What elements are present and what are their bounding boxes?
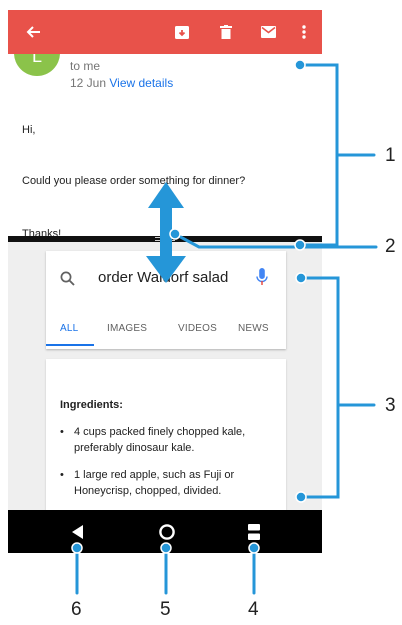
back-button[interactable] xyxy=(18,10,48,54)
date-line: 12 Jun View details xyxy=(70,76,173,90)
search-pane: order Waldorf salad ALL IMAGES VIDEOS NE… xyxy=(8,242,322,510)
nav-home-button[interactable] xyxy=(145,510,189,553)
envelope-icon xyxy=(260,26,276,38)
more-vertical-icon xyxy=(302,25,306,39)
callout-number-2: 2 xyxy=(385,236,396,257)
list-item-text: 1 large red apple, such as Fuji or Honey… xyxy=(74,469,235,497)
active-tab-indicator xyxy=(46,344,94,346)
nav-back-button[interactable] xyxy=(56,510,100,553)
nav-recents-button[interactable] xyxy=(232,510,276,553)
archive-icon xyxy=(175,26,189,39)
phone-screen: L to me 12 Jun View details Hi, Could yo… xyxy=(8,10,322,553)
trash-icon xyxy=(220,25,232,39)
search-card: order Waldorf salad ALL IMAGES VIDEOS NE… xyxy=(46,251,286,349)
email-signoff: Thanks! xyxy=(22,228,62,236)
more-options-button[interactable] xyxy=(292,10,316,54)
recents-split-icon xyxy=(248,523,260,540)
list-item-text: 4 cups packed finely chopped kale, prefe… xyxy=(74,426,246,454)
callout-number-3: 3 xyxy=(385,395,396,416)
view-details-link[interactable]: View details xyxy=(109,76,173,90)
back-triangle-icon xyxy=(72,524,83,539)
email-body: Could you please order something for din… xyxy=(22,175,246,187)
tab-videos[interactable]: VIDEOS xyxy=(178,323,217,334)
result-card: Ingredients: • 4 cups packed finely chop… xyxy=(46,359,286,510)
callout-number-5: 5 xyxy=(160,599,171,620)
list-item: • 1 large red apple, such as Fuji or Hon… xyxy=(60,467,280,499)
recipient-line: to me xyxy=(70,59,101,73)
navigation-bar xyxy=(8,510,322,553)
search-input[interactable]: order Waldorf salad xyxy=(98,269,228,286)
tab-images[interactable]: IMAGES xyxy=(107,323,147,334)
tab-all[interactable]: ALL xyxy=(60,323,78,334)
email-date: 12 Jun xyxy=(70,76,107,90)
divider-handle[interactable] xyxy=(155,237,175,241)
bullet: • xyxy=(60,426,64,438)
arrow-left-icon xyxy=(26,26,40,38)
mark-unread-button[interactable] xyxy=(254,10,282,54)
delete-button[interactable] xyxy=(212,10,240,54)
bullet: • xyxy=(60,469,64,481)
avatar: L xyxy=(14,54,60,76)
email-greeting: Hi, xyxy=(22,124,36,136)
home-circle-icon xyxy=(159,523,175,540)
email-app-bar xyxy=(8,10,322,54)
callout-number-4: 4 xyxy=(248,599,259,620)
email-pane: L to me 12 Jun View details Hi, Could yo… xyxy=(8,54,322,236)
callout-number-1: 1 xyxy=(385,145,396,166)
callout-number-6: 6 xyxy=(71,599,82,620)
ingredients-heading: Ingredients: xyxy=(60,399,123,411)
microphone-icon[interactable] xyxy=(256,268,268,287)
list-item: • 4 cups packed finely chopped kale, pre… xyxy=(60,424,280,456)
tab-news[interactable]: NEWS xyxy=(238,323,269,334)
archive-button[interactable] xyxy=(168,10,196,54)
search-icon[interactable] xyxy=(60,271,75,286)
